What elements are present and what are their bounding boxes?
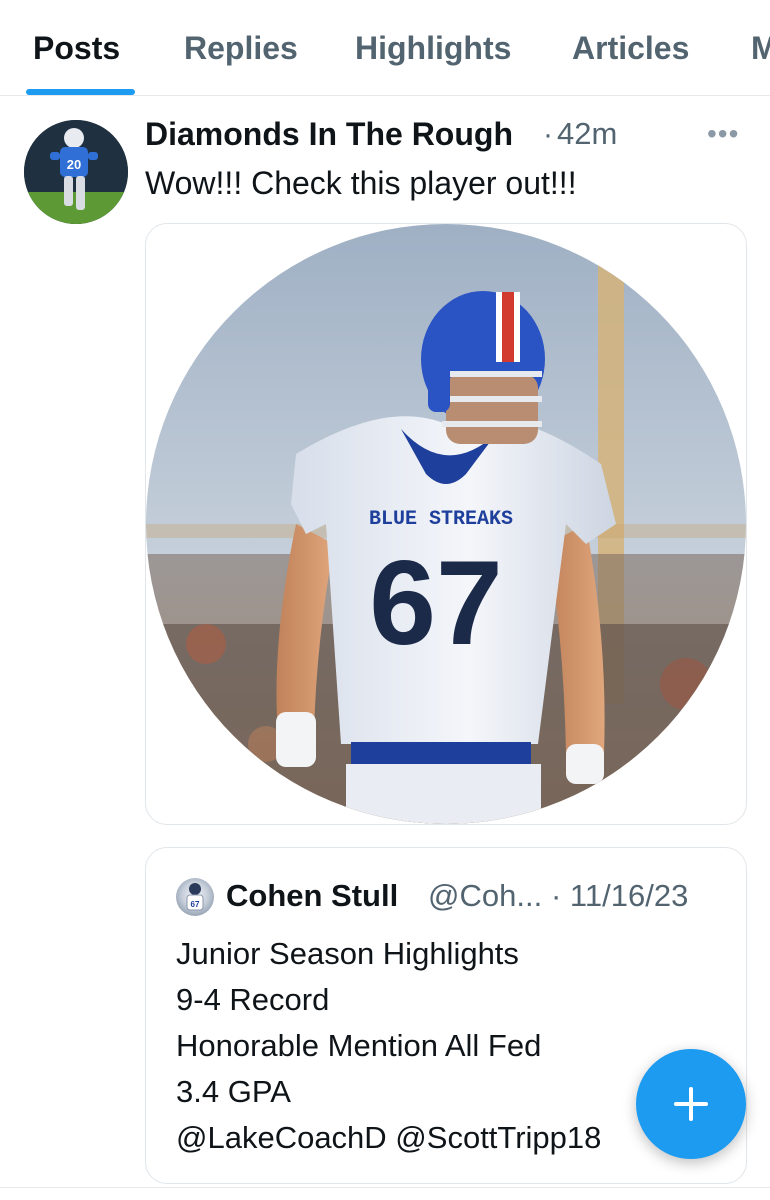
quoted-author-name[interactable]: Cohen Stull bbox=[226, 878, 398, 914]
player-photo: BLUE STREAKS 67 bbox=[146, 224, 746, 824]
quoted-text-line: Honorable Mention All Fed bbox=[176, 1028, 542, 1063]
tab-more-truncated[interactable]: M bbox=[751, 30, 770, 67]
separator-dot: · bbox=[543, 118, 553, 151]
quoted-text-line: 9-4 Record bbox=[176, 982, 330, 1017]
bottom-divider bbox=[0, 1187, 770, 1188]
tab-posts[interactable]: Posts bbox=[33, 30, 120, 67]
quoted-mentions-line[interactable]: @LakeCoachD @ScottTripp18 bbox=[176, 1120, 601, 1156]
quoted-author-avatar: 67 bbox=[176, 878, 214, 916]
tab-articles[interactable]: Articles bbox=[572, 30, 689, 67]
football-player-avatar-image: 20 bbox=[24, 120, 128, 224]
football-player-photo: BLUE STREAKS 67 bbox=[146, 224, 746, 824]
svg-text:20: 20 bbox=[67, 157, 81, 172]
quoted-text-line: 3.4 GPA bbox=[176, 1074, 291, 1109]
post-author-name[interactable]: Diamonds In The Rough bbox=[145, 116, 513, 153]
more-options-icon[interactable]: ••• bbox=[707, 118, 739, 150]
quoted-text-line: Junior Season Highlights bbox=[176, 936, 519, 971]
active-tab-indicator bbox=[26, 89, 135, 95]
plus-icon bbox=[674, 1087, 708, 1121]
tab-replies[interactable]: Replies bbox=[184, 30, 298, 67]
post-timestamp[interactable]: 42m bbox=[557, 116, 617, 152]
quoted-author-handle[interactable]: @Coh... bbox=[428, 878, 542, 914]
quoted-post-date: · 11/16/23 bbox=[551, 878, 689, 913]
svg-text:67: 67 bbox=[191, 900, 200, 909]
jersey-number-text: 67 bbox=[369, 536, 502, 670]
tab-highlights[interactable]: Highlights bbox=[355, 30, 511, 67]
post-media[interactable]: BLUE STREAKS 67 bbox=[145, 223, 747, 825]
profile-tabs: Posts Replies Highlights Articles M bbox=[0, 0, 770, 96]
jersey-team-text: BLUE STREAKS bbox=[369, 508, 513, 531]
quoted-avatar-image: 67 bbox=[186, 883, 204, 911]
post-text: Wow!!! Check this player out!!! bbox=[145, 165, 577, 201]
compose-post-button[interactable] bbox=[636, 1049, 746, 1159]
author-avatar[interactable]: 20 bbox=[24, 120, 128, 224]
